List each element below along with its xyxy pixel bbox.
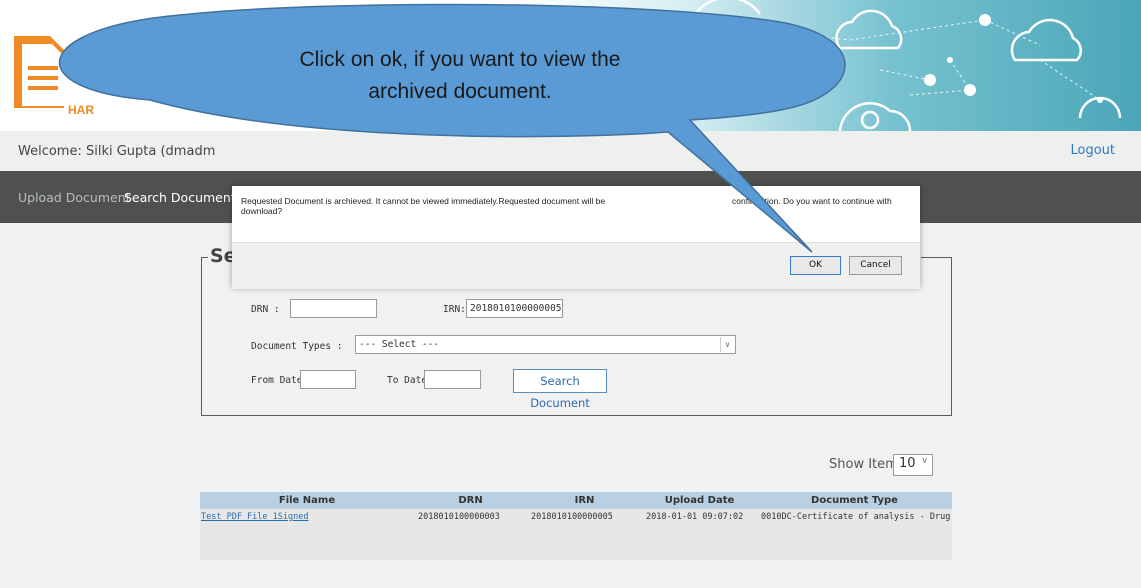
callout-line: archived document.	[368, 80, 552, 103]
callout-line: Click on ok, if you want to view the	[299, 48, 621, 71]
callout-text: Click on ok, if you want to view the arc…	[200, 44, 720, 108]
